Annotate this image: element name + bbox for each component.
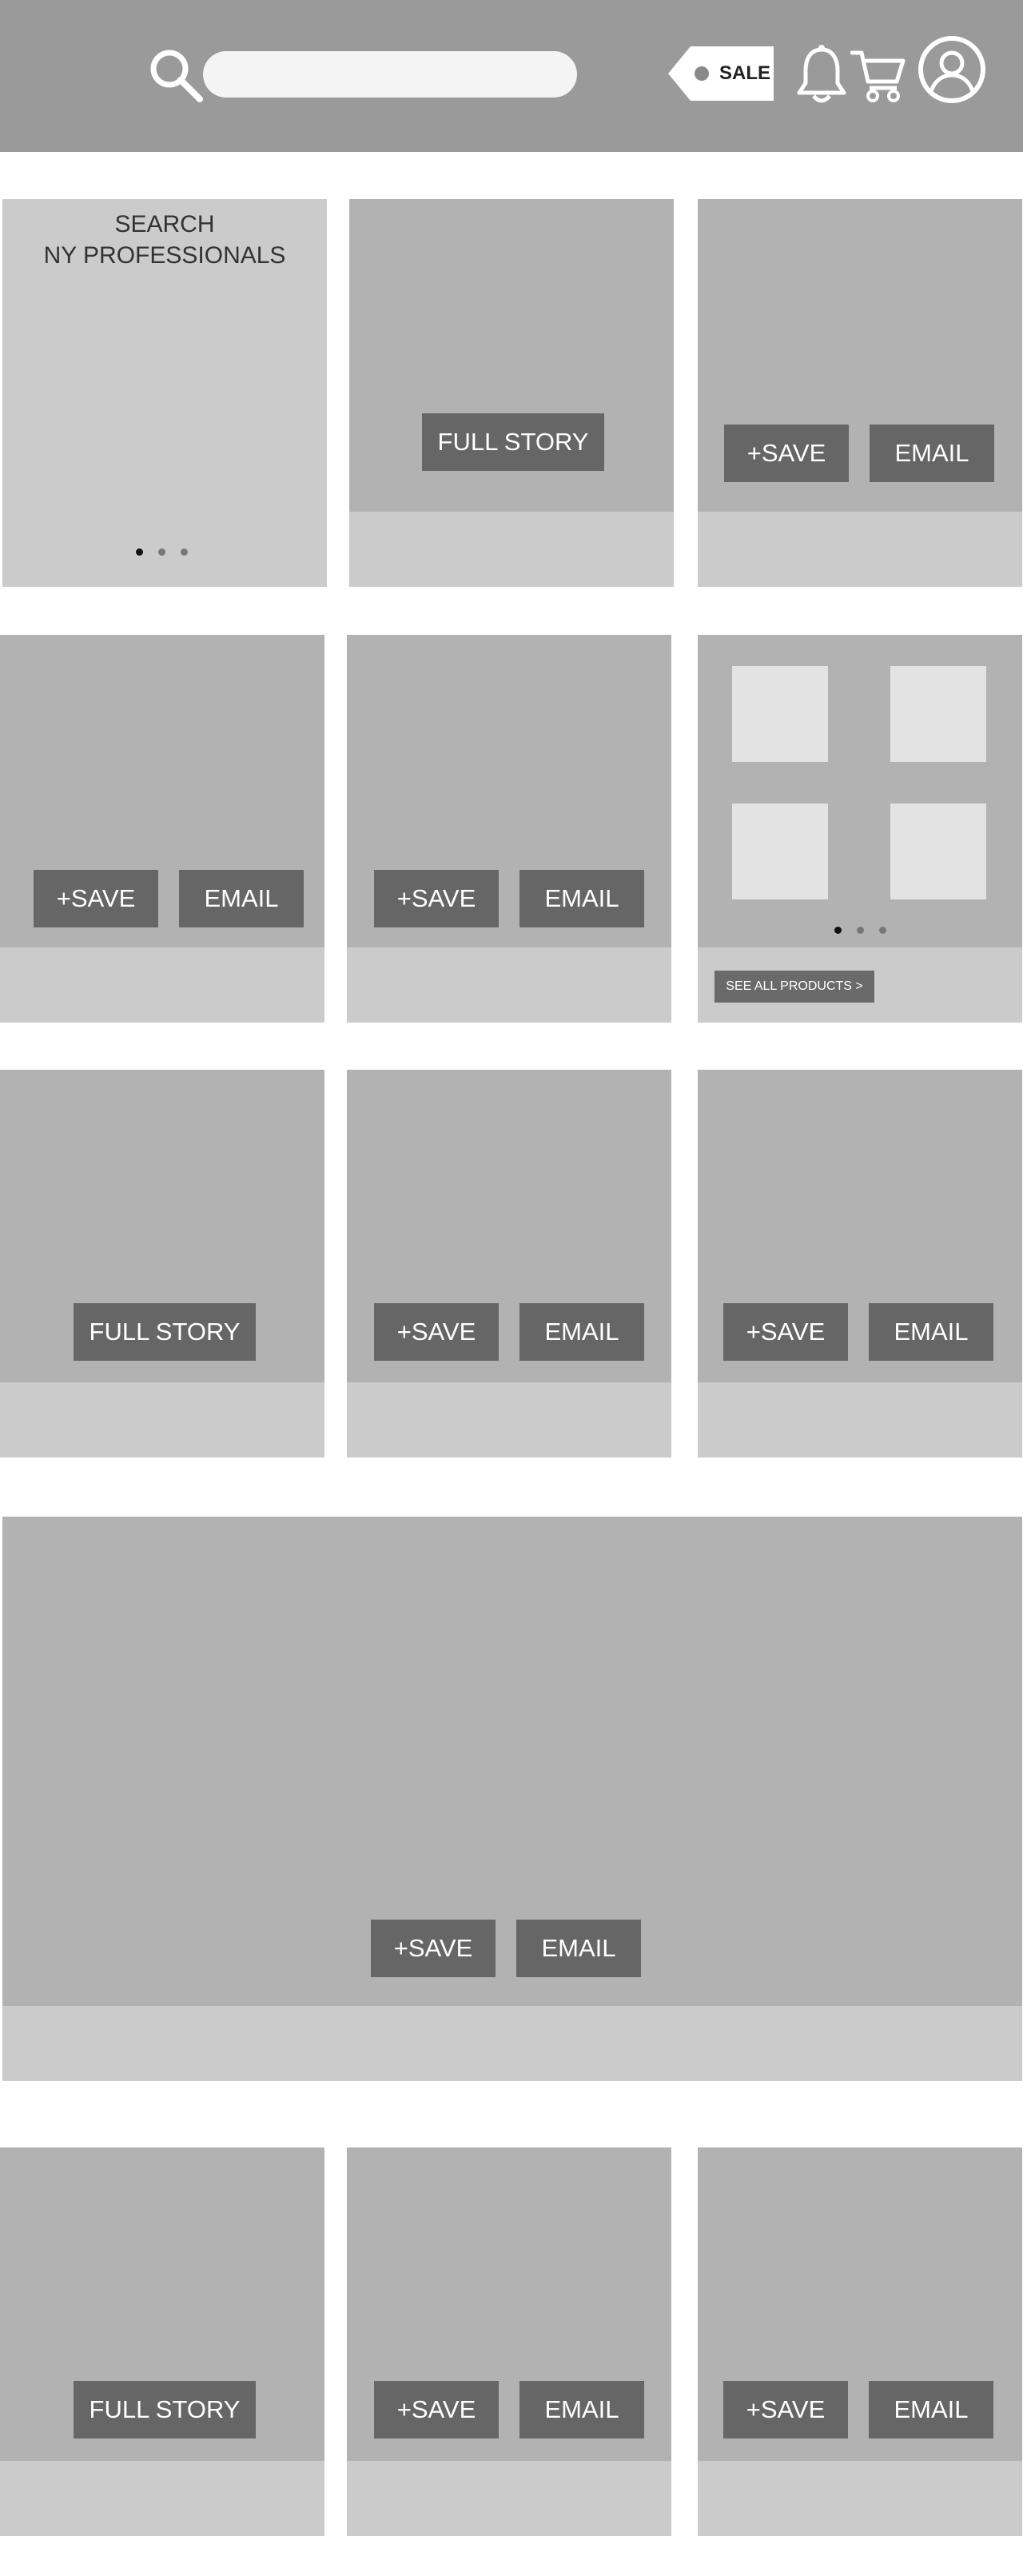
- card-footer: [698, 2461, 1022, 2536]
- save-button[interactable]: +SAVE: [724, 425, 849, 482]
- product-card[interactable]: +SAVE EMAIL: [0, 635, 324, 1023]
- card-footer: [0, 2461, 324, 2536]
- email-button[interactable]: EMAIL: [869, 1303, 993, 1361]
- carousel-dot[interactable]: [181, 548, 188, 556]
- product-card[interactable]: +SAVE EMAIL: [698, 1070, 1022, 1457]
- product-thumbnail[interactable]: [890, 804, 986, 899]
- product-card[interactable]: +SAVE EMAIL: [698, 2147, 1022, 2536]
- card-footer: [347, 2461, 671, 2536]
- save-button[interactable]: +SAVE: [374, 1303, 499, 1361]
- save-button[interactable]: +SAVE: [374, 2381, 499, 2438]
- email-button[interactable]: EMAIL: [519, 2381, 644, 2438]
- save-button[interactable]: +SAVE: [371, 1920, 496, 1977]
- promo-card[interactable]: SEARCH NY PROFESSIONALS: [2, 199, 327, 587]
- promo-card-title: SEARCH NY PROFESSIONALS: [2, 209, 327, 271]
- bell-icon[interactable]: [796, 43, 847, 106]
- story-card[interactable]: FULL STORY: [349, 199, 674, 587]
- account-icon[interactable]: [918, 35, 986, 104]
- cart-icon[interactable]: [850, 46, 906, 102]
- carousel-dots[interactable]: [834, 927, 886, 934]
- see-all-products-button[interactable]: SEE ALL PRODUCTS >: [715, 971, 874, 1003]
- card-footer: [349, 512, 674, 587]
- product-thumbnail[interactable]: [732, 804, 828, 899]
- email-button[interactable]: EMAIL: [869, 2381, 993, 2438]
- save-button[interactable]: +SAVE: [723, 2381, 848, 2438]
- full-story-button[interactable]: FULL STORY: [422, 413, 604, 471]
- product-thumbnail[interactable]: [732, 666, 828, 762]
- promo-line-1: SEARCH: [114, 211, 215, 237]
- full-story-button[interactable]: FULL STORY: [74, 1303, 256, 1361]
- featured-product-card[interactable]: +SAVE EMAIL: [2, 1517, 1022, 2081]
- search-icon[interactable]: [147, 46, 206, 106]
- save-button[interactable]: +SAVE: [34, 870, 158, 927]
- card-footer: [347, 947, 671, 1023]
- product-card[interactable]: +SAVE EMAIL: [698, 199, 1022, 587]
- product-grid-card[interactable]: SEE ALL PRODUCTS >: [698, 635, 1022, 1023]
- save-button[interactable]: +SAVE: [374, 870, 499, 927]
- carousel-dot[interactable]: [857, 927, 864, 934]
- card-footer: [698, 512, 1022, 587]
- product-card[interactable]: +SAVE EMAIL: [347, 635, 671, 1023]
- carousel-dots[interactable]: [136, 548, 188, 556]
- carousel-dot[interactable]: [834, 927, 842, 934]
- carousel-dot[interactable]: [158, 548, 165, 556]
- product-card[interactable]: +SAVE EMAIL: [347, 1070, 671, 1457]
- full-story-button[interactable]: FULL STORY: [74, 2381, 256, 2438]
- save-button[interactable]: +SAVE: [723, 1303, 848, 1361]
- card-footer: [347, 1382, 671, 1457]
- story-card[interactable]: FULL STORY: [0, 1070, 324, 1457]
- story-card[interactable]: FULL STORY: [0, 2147, 324, 2536]
- card-footer: [2, 2006, 1022, 2081]
- carousel-dot[interactable]: [879, 927, 886, 934]
- email-button[interactable]: EMAIL: [870, 425, 994, 482]
- card-footer: [0, 1382, 324, 1457]
- email-button[interactable]: EMAIL: [519, 1303, 644, 1361]
- promo-line-2: NY PROFESSIONALS: [43, 242, 286, 269]
- card-footer: [0, 947, 324, 1023]
- email-button[interactable]: EMAIL: [519, 870, 644, 927]
- carousel-dot[interactable]: [136, 548, 143, 556]
- search-input[interactable]: [203, 51, 577, 98]
- card-footer: [698, 1382, 1022, 1457]
- email-button[interactable]: EMAIL: [179, 870, 304, 927]
- product-card[interactable]: +SAVE EMAIL: [347, 2147, 671, 2536]
- product-thumbnail[interactable]: [890, 666, 986, 762]
- sale-label[interactable]: SALE: [719, 62, 770, 85]
- email-button[interactable]: EMAIL: [516, 1920, 641, 1977]
